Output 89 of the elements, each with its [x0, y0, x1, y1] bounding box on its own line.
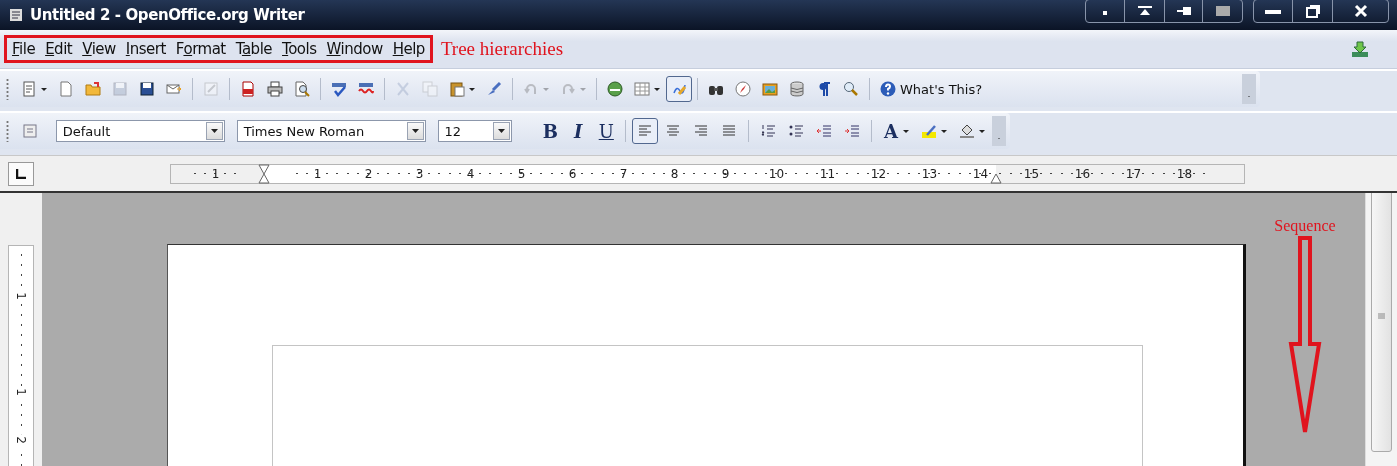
paint-bucket-icon [959, 123, 975, 139]
picture-frame-icon [762, 81, 778, 97]
printer-icon [267, 81, 283, 97]
annotation-label: Tree hierarchies [440, 38, 565, 60]
dropdown-button[interactable] [205, 122, 223, 140]
justify-icon [721, 123, 738, 139]
caret-icon [411, 129, 419, 133]
undo-icon [523, 81, 539, 97]
toolbar-grip[interactable] [6, 120, 9, 142]
align-right-icon [693, 123, 710, 139]
scissors-icon [395, 81, 411, 97]
menu-item[interactable]: Format [170, 40, 231, 58]
menu-item[interactable]: View [77, 40, 121, 58]
envelope-icon [166, 81, 182, 97]
alignleft-button[interactable] [632, 118, 659, 144]
close-icon [1353, 4, 1368, 18]
align-left-icon [637, 123, 654, 139]
pdf-file-icon [240, 81, 256, 97]
database-icon [789, 81, 805, 97]
pin-icon [1176, 6, 1191, 16]
ruler-number: 2 [14, 434, 28, 446]
styles-icon [21, 123, 38, 139]
ruler-number: 1 [14, 386, 28, 398]
compass-icon [735, 81, 751, 97]
caret-icon [941, 129, 947, 133]
indent-marker-icon [258, 163, 270, 184]
folder-icon [85, 81, 101, 97]
caret-icon [580, 87, 586, 91]
paragraph-style-field[interactable]: Default [55, 120, 225, 142]
clipboard-icon [449, 81, 465, 97]
pencil-icon [203, 81, 219, 97]
draw-button[interactable] [666, 76, 692, 102]
italic-button[interactable]: I [565, 118, 592, 144]
menu-item[interactable]: Edit [40, 40, 78, 58]
ruler-number: 1 [14, 290, 28, 302]
menu-item[interactable]: Help [387, 40, 430, 58]
restore-icon [1305, 4, 1320, 18]
menu-item[interactable]: File [7, 40, 41, 58]
scrollbar-thumb[interactable] [1371, 193, 1392, 452]
caret-icon [903, 129, 909, 133]
tab-stop-button[interactable] [8, 161, 34, 186]
caret-icon [41, 87, 47, 91]
indent-marker-icon [990, 172, 1002, 184]
download-icon [1351, 40, 1369, 58]
pilcrow-icon [816, 81, 832, 97]
menu-item[interactable]: Table [230, 40, 278, 58]
top-bar-icon [1137, 6, 1152, 16]
dropdown-button[interactable] [406, 122, 424, 140]
outdent-icon [816, 123, 833, 139]
menu-item[interactable]: Tools [277, 40, 322, 58]
window-title: Untitled 2 - OpenOffice.org Writer [30, 6, 306, 24]
menu-item[interactable]: Window [321, 40, 388, 58]
app-icon [8, 7, 24, 23]
caret-icon [210, 129, 218, 133]
scrollbar[interactable] [1365, 193, 1397, 466]
caret-icon [498, 129, 506, 133]
table-icon [634, 81, 650, 97]
fontcolor-button[interactable]: A [878, 118, 914, 144]
redo-icon [560, 81, 576, 97]
caret-icon [654, 87, 660, 91]
indent-icon [844, 123, 861, 139]
preview-icon [294, 81, 310, 97]
caret-icon [543, 87, 549, 91]
minimize-icon [1265, 7, 1281, 15]
underline-button[interactable]: U [593, 118, 620, 144]
toolbar-grip[interactable] [6, 78, 9, 100]
font-size-field[interactable]: 12 [437, 120, 513, 142]
dropdown-button[interactable] [493, 122, 511, 140]
font-name-field[interactable]: Times New Roman [236, 120, 426, 142]
help-button[interactable]: What's This? [875, 76, 988, 102]
caret-icon [469, 87, 475, 91]
bold-button[interactable]: B [537, 118, 564, 144]
align-center-icon [665, 123, 682, 139]
spellcheck-icon [331, 81, 347, 97]
grip-icon [1378, 313, 1385, 319]
annotation-label: Sequence [1274, 217, 1336, 235]
menu-item[interactable]: Insert [120, 40, 171, 58]
help-icon [880, 81, 896, 97]
templates-icon [21, 81, 37, 97]
document-icon [58, 81, 74, 97]
caret-icon [979, 129, 985, 133]
numbered-list-icon [760, 123, 777, 139]
globe-icon [607, 81, 623, 97]
checker-icon [1215, 6, 1230, 16]
copy-icon [422, 81, 438, 97]
highlighter-icon [921, 123, 937, 139]
corner-icon [16, 168, 26, 179]
bulleted-list-icon [788, 123, 805, 139]
zoom-icon [843, 81, 859, 97]
